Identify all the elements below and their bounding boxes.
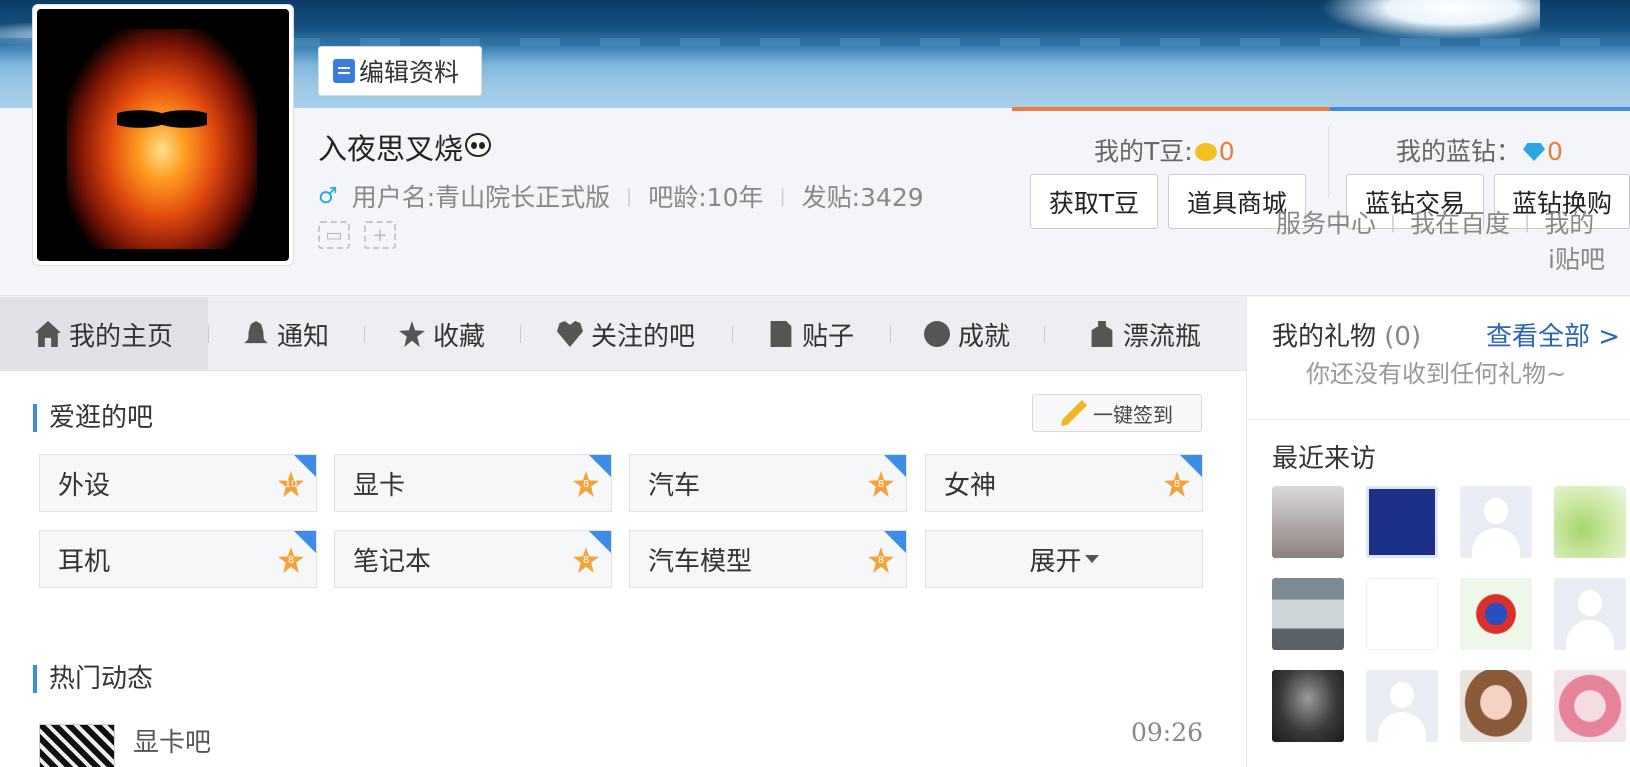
- get-tdou-button[interactable]: 获取T豆: [1030, 174, 1158, 229]
- hot-feed-title: 热门动态: [33, 665, 153, 693]
- tdou-coin-icon: [1194, 143, 1217, 161]
- visitor-avatar[interactable]: [1460, 578, 1532, 650]
- tab-achievements[interactable]: 成就: [890, 297, 1044, 371]
- expand-button[interactable]: 展开: [925, 530, 1203, 588]
- corner-flag-icon: [294, 455, 316, 477]
- badge-slots: ▭ +: [318, 221, 396, 249]
- corner-flag-icon: [294, 531, 316, 553]
- tab-followed-bars[interactable]: 关注的吧: [520, 297, 732, 371]
- heart-icon: [556, 321, 583, 347]
- service-center-link[interactable]: 服务中心: [1276, 204, 1376, 240]
- bar-item[interactable]: 耳机 8: [39, 530, 317, 588]
- corner-flag-icon: [1180, 455, 1202, 477]
- divider: |: [779, 185, 786, 207]
- profile-nav: 我的主页 通知 收藏 关注的吧 贴子 成就 漂流瓶: [0, 297, 1246, 371]
- corner-flag-icon: [589, 531, 611, 553]
- bar-item[interactable]: 女神 8: [925, 454, 1203, 512]
- my-link[interactable]: 我的: [1544, 204, 1594, 240]
- tab-notify[interactable]: 通知: [208, 297, 364, 371]
- bell-icon: [244, 321, 268, 344]
- edit-icon: [333, 59, 355, 83]
- bar-item[interactable]: 汽车模型 8: [629, 530, 907, 588]
- gifts-title: 我的礼物 (0): [1272, 322, 1422, 352]
- user-info-line: ♂ 用户名:青山院长正式版 | 吧龄:10年 | 发贴:3429: [318, 178, 924, 214]
- visitors-title: 最近来访: [1272, 444, 1377, 474]
- visitor-avatar[interactable]: [1554, 578, 1626, 650]
- tab-bottle[interactable]: 漂流瓶: [1044, 297, 1246, 371]
- visitor-avatar[interactable]: [1554, 670, 1626, 742]
- visitor-avatar[interactable]: [1460, 486, 1532, 558]
- panda-icon: [465, 133, 492, 157]
- visitor-avatar[interactable]: [1460, 670, 1532, 742]
- bottle-icon: [1091, 321, 1113, 347]
- corner-flag-icon: [884, 531, 906, 553]
- service-links: 服务中心 | 我在百度 | 我的: [1276, 204, 1594, 240]
- corner-flag-icon: [589, 455, 611, 477]
- banner-wave-crest: [1320, 0, 1540, 40]
- book-badge-icon[interactable]: ▭: [318, 221, 350, 249]
- display-name: 入夜思叉烧: [318, 126, 492, 168]
- visitor-avatar[interactable]: [1272, 670, 1344, 742]
- bar-item[interactable]: 汽车 8: [629, 454, 907, 512]
- edit-profile-button[interactable]: 编辑资料: [318, 46, 482, 96]
- tab-home[interactable]: 我的主页: [0, 297, 208, 371]
- divider: |: [1524, 211, 1531, 233]
- star-icon: [398, 321, 425, 347]
- feed-time: 09:26: [1130, 718, 1203, 747]
- corner-flag-icon: [884, 455, 906, 477]
- view-all-gifts-link[interactable]: 查看全部 >: [1486, 316, 1620, 353]
- lanzuan-accent-bar: [1330, 107, 1630, 111]
- post-count: 发贴:3429: [801, 183, 924, 212]
- user-avatar[interactable]: [32, 4, 294, 266]
- visitor-avatar[interactable]: [1272, 578, 1344, 650]
- divider: |: [626, 185, 633, 207]
- diamond-icon: [1523, 143, 1546, 161]
- no-gift-text: 你还没有收到任何礼物~: [1306, 360, 1567, 388]
- fav-bars-title: 爱逛的吧: [33, 404, 153, 432]
- tdou-accent-bar: [1012, 107, 1330, 111]
- male-icon: ♂: [318, 183, 338, 209]
- divider: |: [1390, 211, 1397, 233]
- medal-icon: [923, 321, 950, 347]
- my-baidu-link[interactable]: 我在百度: [1410, 204, 1510, 240]
- feed-bar-name[interactable]: 显卡吧: [133, 722, 211, 759]
- visitor-avatar[interactable]: [1554, 486, 1626, 558]
- document-icon: [770, 321, 792, 347]
- visitor-avatar[interactable]: [1366, 670, 1438, 742]
- wallet-divider: [1328, 126, 1329, 198]
- bar-age: 吧龄:10年: [648, 183, 764, 212]
- bar-thumbnail: [39, 724, 115, 767]
- visitor-avatar[interactable]: [1272, 486, 1344, 558]
- bar-item[interactable]: 外设 10: [39, 454, 317, 512]
- tab-favorites[interactable]: 收藏: [364, 297, 520, 371]
- add-badge-icon[interactable]: +: [364, 221, 396, 249]
- bar-item[interactable]: 笔记本 8: [334, 530, 612, 588]
- bar-item[interactable]: 显卡 8: [334, 454, 612, 512]
- lanzuan-balance: 我的蓝钻： 0: [1396, 137, 1563, 166]
- tab-posts[interactable]: 贴子: [732, 297, 890, 371]
- avatar-image: [37, 9, 289, 261]
- sidebar-divider: [1247, 419, 1630, 420]
- itieba-link[interactable]: i贴吧: [1548, 240, 1605, 276]
- tdou-balance: 我的T豆: 0: [1094, 137, 1235, 166]
- home-icon: [34, 321, 61, 347]
- checkin-button[interactable]: 一键签到: [1032, 394, 1202, 432]
- visitor-avatar[interactable]: [1366, 578, 1438, 650]
- username-label: 用户名:青山院长正式版: [351, 183, 611, 212]
- caret-down-icon: [1084, 555, 1099, 563]
- visitor-avatar[interactable]: [1366, 486, 1438, 558]
- feed-item[interactable]: 显卡吧 09:26: [39, 718, 1203, 767]
- pencil-icon: [1061, 400, 1087, 426]
